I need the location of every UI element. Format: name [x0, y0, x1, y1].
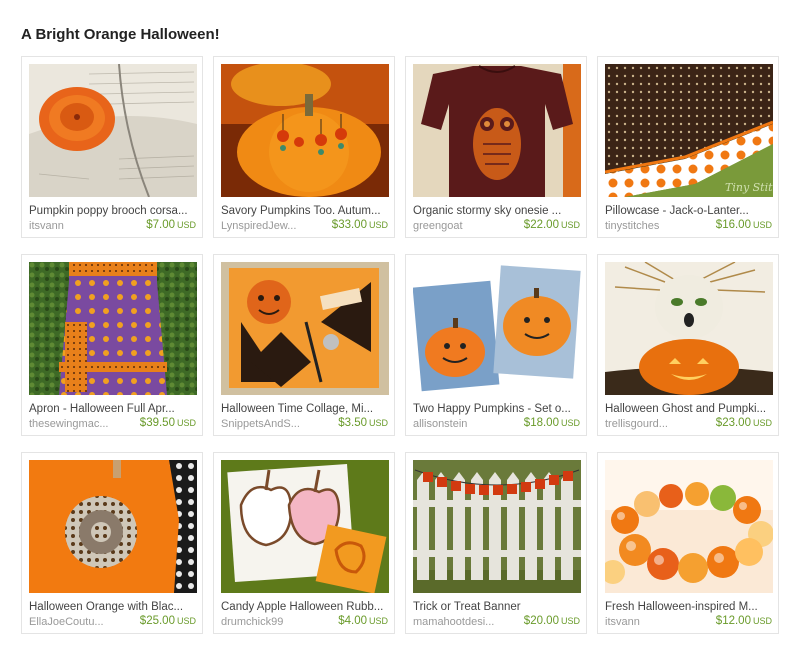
shop-name[interactable]: mamahootdesi... — [413, 616, 508, 628]
listing-card[interactable]: Halloween Ghost and Pumpki... trellisgou… — [597, 254, 779, 436]
orange-onesie-flower-photo[interactable] — [29, 460, 197, 593]
price-value: $16.00 — [715, 219, 751, 231]
candy-apple-stamp-photo[interactable] — [221, 460, 389, 593]
currency: USD — [752, 220, 772, 230]
listing-card[interactable]: Tiny Stitches Pillowcase - Jack-o-Lanter… — [597, 56, 779, 238]
currency: USD — [368, 616, 388, 626]
bead-bracelet-photo[interactable] — [605, 460, 773, 593]
listing-card[interactable]: Trick or Treat Banner mamahootdesi... $2… — [405, 452, 587, 634]
orange-flower-brooch-photo[interactable] — [29, 64, 197, 197]
apron-photo[interactable] — [29, 262, 197, 395]
price-value: $3.50 — [338, 417, 367, 429]
currency: USD — [560, 220, 580, 230]
listing-card[interactable]: Organic stormy sky onesie ... greengoat … — [405, 56, 587, 238]
item-name[interactable]: Candy Apple Halloween Rubb... — [221, 601, 389, 613]
item-name[interactable]: Apron - Halloween Full Apr... — [29, 403, 197, 415]
item-price: $22.00 USD — [524, 219, 580, 231]
listing-card[interactable]: Two Happy Pumpkins - Set o... allisonste… — [405, 254, 587, 436]
currency: USD — [176, 616, 196, 626]
item-price: $20.00 USD — [524, 615, 580, 627]
pillowcase-photo[interactable]: Tiny Stitches — [605, 64, 773, 197]
item-name[interactable]: Organic stormy sky onesie ... — [413, 205, 581, 217]
shop-name[interactable]: tinystitches — [605, 220, 700, 232]
item-name[interactable]: Fresh Halloween-inspired M... — [605, 601, 773, 613]
owl-onesie-photo[interactable] — [413, 64, 581, 197]
shop-name[interactable]: LynspiredJew... — [221, 220, 316, 232]
item-price: $4.00 USD — [338, 615, 388, 627]
currency: USD — [176, 418, 196, 428]
shop-name[interactable]: SnippetsAndS... — [221, 418, 316, 430]
shop-name[interactable]: itsvann — [29, 220, 124, 232]
item-price: $39.50 USD — [140, 417, 196, 429]
item-price: $18.00 USD — [524, 417, 580, 429]
price-value: $7.00 — [146, 219, 175, 231]
price-value: $22.00 — [523, 219, 559, 231]
item-name[interactable]: Halloween Ghost and Pumpki... — [605, 403, 773, 415]
item-price: $3.50 USD — [338, 417, 388, 429]
price-value: $18.00 — [523, 417, 559, 429]
listing-card[interactable]: Halloween Orange with Blac... EllaJoeCou… — [21, 452, 203, 634]
collage-card-photo[interactable] — [221, 262, 389, 395]
item-price: $7.00 USD — [146, 219, 196, 231]
price-value: $33.00 — [331, 219, 367, 231]
price-value: $20.00 — [523, 615, 559, 627]
item-name[interactable]: Pillowcase - Jack-o-Lanter... — [605, 205, 773, 217]
currency: USD — [368, 418, 388, 428]
shop-name[interactable]: EllaJoeCoutu... — [29, 616, 124, 628]
price-value: $12.00 — [715, 615, 751, 627]
item-price: $16.00 USD — [716, 219, 772, 231]
listing-card[interactable]: Savory Pumpkins Too. Autum... LynspiredJ… — [213, 56, 395, 238]
pumpkin-paintings-photo[interactable] — [413, 262, 581, 395]
currency: USD — [176, 220, 196, 230]
price-value: $39.50 — [139, 417, 175, 429]
item-price: $25.00 USD — [140, 615, 196, 627]
shop-name[interactable]: thesewingmac... — [29, 418, 124, 430]
currency: USD — [560, 418, 580, 428]
listing-card[interactable]: Candy Apple Halloween Rubb... drumchick9… — [213, 452, 395, 634]
listing-card[interactable]: Fresh Halloween-inspired M... itsvann $1… — [597, 452, 779, 634]
shop-name[interactable]: greengoat — [413, 220, 508, 232]
currency: USD — [560, 616, 580, 626]
item-name[interactable]: Trick or Treat Banner — [413, 601, 581, 613]
price-value: $25.00 — [139, 615, 175, 627]
listing-card[interactable]: Halloween Time Collage, Mi... SnippetsAn… — [213, 254, 395, 436]
currency: USD — [752, 616, 772, 626]
item-name[interactable]: Pumpkin poppy brooch corsa... — [29, 205, 197, 217]
currency: USD — [368, 220, 388, 230]
pumpkin-earrings-photo[interactable] — [221, 64, 389, 197]
item-name[interactable]: Halloween Time Collage, Mi... — [221, 403, 389, 415]
svg-text:Tiny Stitches: Tiny Stitches — [725, 181, 773, 194]
price-value: $23.00 — [715, 417, 751, 429]
shop-name[interactable]: drumchick99 — [221, 616, 316, 628]
listing-card[interactable]: Pumpkin poppy brooch corsa... itsvann $7… — [21, 56, 203, 238]
shop-name[interactable]: itsvann — [605, 616, 700, 628]
picket-fence-banner-photo[interactable] — [413, 460, 581, 593]
item-name[interactable]: Savory Pumpkins Too. Autum... — [221, 205, 389, 217]
item-price: $23.00 USD — [716, 417, 772, 429]
item-price: $12.00 USD — [716, 615, 772, 627]
page-title: A Bright Orange Halloween! — [21, 26, 220, 43]
shop-name[interactable]: allisonstein — [413, 418, 508, 430]
item-name[interactable]: Halloween Orange with Blac... — [29, 601, 197, 613]
price-value: $4.00 — [338, 615, 367, 627]
item-price: $33.00 USD — [332, 219, 388, 231]
item-name[interactable]: Two Happy Pumpkins - Set o... — [413, 403, 581, 415]
shop-name[interactable]: trellisgourd... — [605, 418, 700, 430]
ghost-gourd-photo[interactable] — [605, 262, 773, 395]
listing-card[interactable]: Apron - Halloween Full Apr... thesewingm… — [21, 254, 203, 436]
currency: USD — [752, 418, 772, 428]
